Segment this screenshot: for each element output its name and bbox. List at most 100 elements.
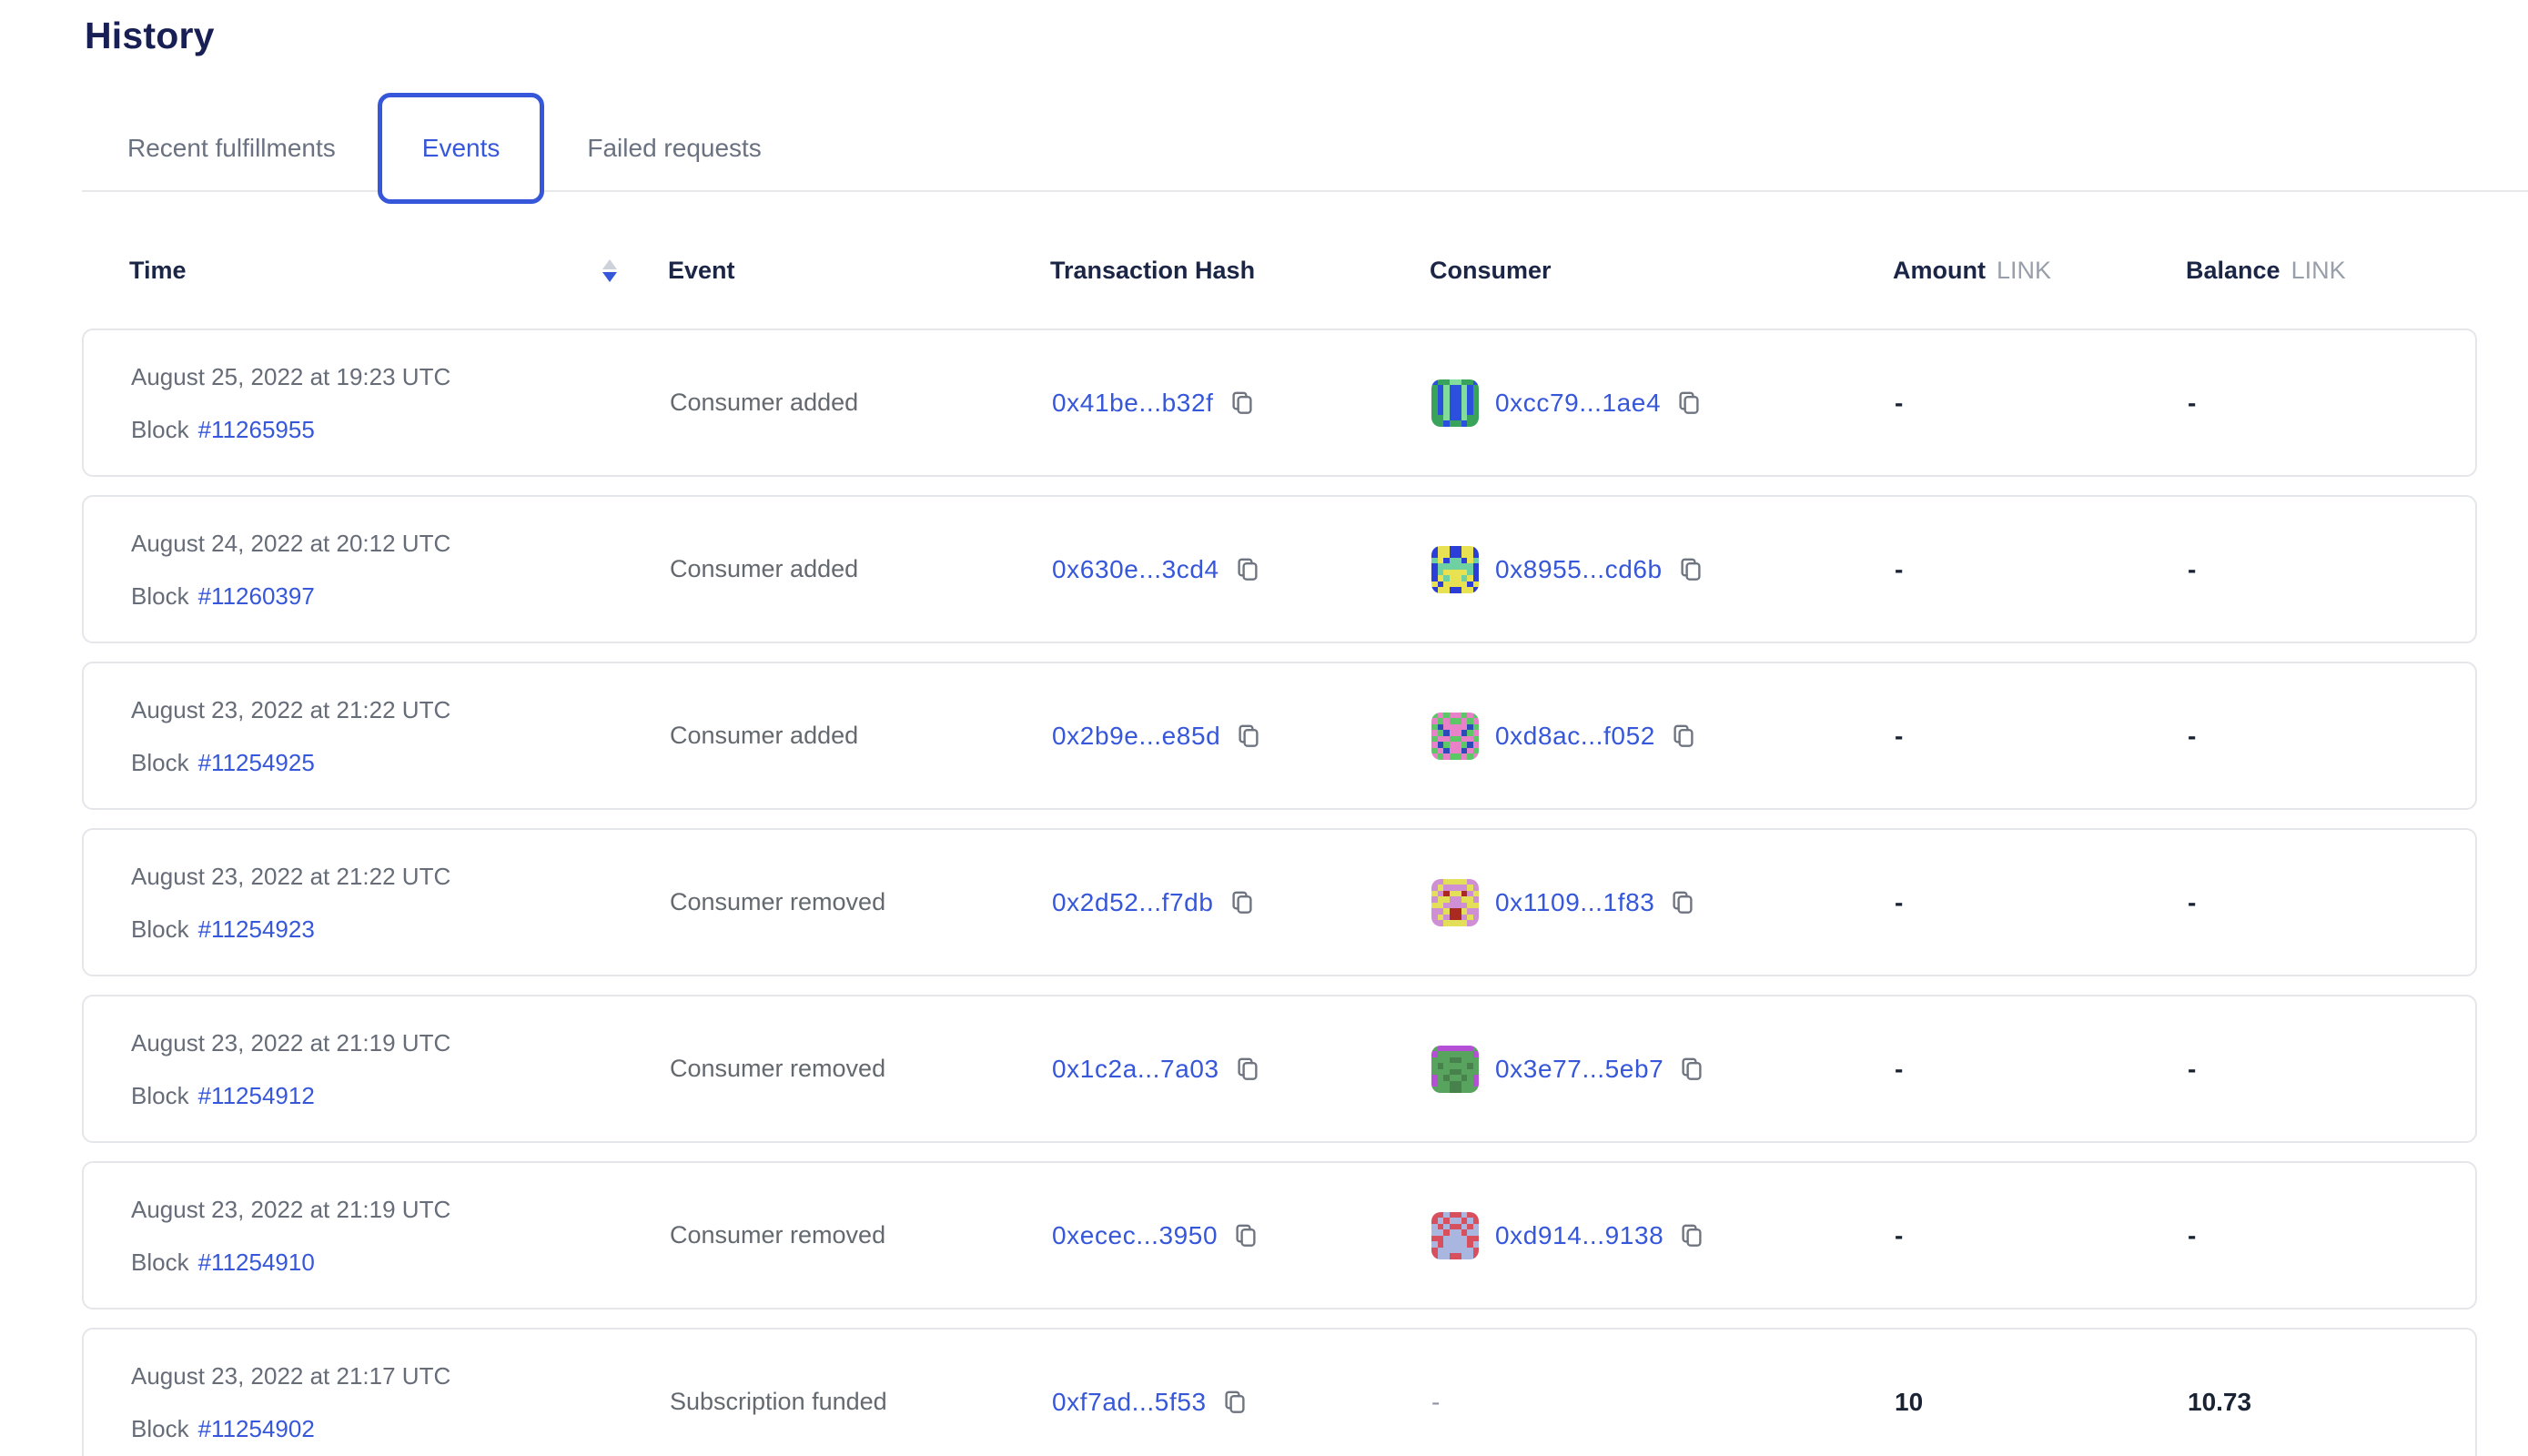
consumer-avatar: [1431, 546, 1479, 593]
column-header-amount: Amount LINK: [1893, 257, 2186, 285]
block-label: Block: [131, 582, 189, 610]
tab-failed-requests[interactable]: Failed requests: [587, 134, 761, 163]
consumer-address-link[interactable]: 0x1109...1f83: [1495, 888, 1654, 917]
block-number-link[interactable]: #11254910: [198, 1249, 315, 1276]
block-number-link[interactable]: #11254923: [198, 915, 315, 943]
transaction-hash-link[interactable]: 0xecec...3950: [1052, 1221, 1218, 1250]
copy-consumer-address-button[interactable]: [1678, 1056, 1705, 1083]
event-timestamp: August 24, 2022 at 20:12 UTC: [131, 531, 450, 556]
transaction-hash-link[interactable]: 0xf7ad...5f53: [1052, 1388, 1207, 1417]
consumer-avatar: [1431, 1212, 1479, 1259]
consumer-avatar: [1431, 379, 1479, 427]
event-timestamp: August 23, 2022 at 21:19 UTC: [131, 1030, 450, 1056]
event-type: Consumer removed: [670, 1055, 885, 1083]
column-header-event: Event: [668, 257, 1050, 285]
block-line: Block #11254923: [131, 916, 315, 942]
event-timestamp: August 25, 2022 at 19:23 UTC: [131, 364, 450, 389]
transaction-hash-link[interactable]: 0x41be...b32f: [1052, 389, 1214, 418]
balance-value: 10.73: [2188, 1388, 2251, 1417]
tab-events-label: Events: [422, 134, 501, 163]
copy-icon: [1678, 1056, 1705, 1083]
consumer-address-link[interactable]: 0xd914...9138: [1495, 1221, 1663, 1250]
transaction-hash-link[interactable]: 0x630e...3cd4: [1052, 555, 1219, 584]
copy-consumer-address-button[interactable]: [1669, 889, 1696, 916]
block-number-link[interactable]: #11254912: [198, 1082, 315, 1109]
copy-transaction-hash-button[interactable]: [1221, 1389, 1249, 1416]
consumer-address-link[interactable]: 0x8955...cd6b: [1495, 555, 1663, 584]
amount-value: 10: [1895, 1388, 1923, 1417]
block-line: Block #11260397: [131, 583, 315, 609]
copy-consumer-address-button[interactable]: [1670, 723, 1697, 750]
transaction-hash-link[interactable]: 0x1c2a...7a03: [1052, 1055, 1219, 1084]
block-line: Block #11254925: [131, 750, 315, 775]
event-type: Consumer removed: [670, 888, 885, 916]
copy-icon: [1229, 889, 1256, 916]
consumer-address-link[interactable]: 0x3e77...5eb7: [1495, 1055, 1663, 1084]
copy-icon: [1677, 556, 1704, 583]
copy-transaction-hash-button[interactable]: [1232, 1222, 1259, 1249]
copy-transaction-hash-button[interactable]: [1229, 889, 1256, 916]
column-header-transaction-hash: Transaction Hash: [1050, 257, 1430, 285]
column-header-balance: BalanceLINK: [2186, 257, 2477, 285]
block-number-link[interactable]: #11254925: [198, 749, 315, 776]
block-line: Block#11254912: [131, 1083, 315, 1108]
table-row: August 23, 2022 at 21:22 UTC Block #11254…: [82, 662, 2477, 810]
balance-value: -: [2188, 389, 2196, 418]
transaction-hash-link[interactable]: 0x2b9e...e85d: [1052, 722, 1220, 751]
consumer-avatar: [1431, 1046, 1479, 1093]
history-tabs: Recent fulfillments Events Failed reques…: [82, 93, 2528, 204]
consumer-empty-value: -: [1431, 1388, 1440, 1417]
block-number-link[interactable]: #11265955: [198, 416, 315, 443]
block-label: Block: [131, 1249, 189, 1276]
block-line: Block #11254910: [131, 1249, 315, 1275]
copy-icon: [1678, 1222, 1705, 1249]
copy-consumer-address-button[interactable]: [1677, 556, 1704, 583]
copy-transaction-hash-button[interactable]: [1229, 389, 1256, 417]
block-number-link[interactable]: #11254902: [198, 1415, 315, 1442]
table-row: August 23, 2022 at 21:19 UTC Block#11254…: [82, 995, 2477, 1143]
event-type: Subscription funded: [670, 1388, 887, 1416]
event-type: Consumer removed: [670, 1221, 885, 1249]
consumer-address-link[interactable]: 0xcc79...1ae4: [1495, 389, 1661, 418]
copy-consumer-address-button[interactable]: [1675, 389, 1703, 417]
copy-icon: [1669, 889, 1696, 916]
table-row: August 23, 2022 at 21:19 UTC Block #11254…: [82, 1161, 2477, 1309]
table-row: August 25, 2022 at 19:23 UTC Block#11265…: [82, 329, 2477, 477]
block-label: Block: [131, 749, 189, 776]
table-row: August 23, 2022 at 21:22 UTC Block#11254…: [82, 828, 2477, 976]
copy-icon: [1235, 723, 1262, 750]
tab-recent-fulfillments[interactable]: Recent fulfillments: [127, 134, 336, 163]
balance-value: -: [2188, 1055, 2196, 1084]
event-type: Consumer added: [670, 722, 858, 750]
amount-unit-label: LINK: [1997, 257, 2051, 284]
event-timestamp: August 23, 2022 at 21:19 UTC: [131, 1197, 450, 1222]
event-type: Consumer added: [670, 389, 858, 417]
copy-icon: [1234, 1056, 1261, 1083]
balance-value: -: [2188, 722, 2196, 751]
consumer-avatar: [1431, 879, 1479, 926]
copy-icon: [1670, 723, 1697, 750]
copy-transaction-hash-button[interactable]: [1234, 1056, 1261, 1083]
event-type: Consumer added: [670, 555, 858, 583]
block-label: Block: [131, 1415, 189, 1442]
table-row: August 24, 2022 at 20:12 UTC Block #11260…: [82, 495, 2477, 643]
transaction-hash-link[interactable]: 0x2d52...f7db: [1052, 888, 1214, 917]
amount-value: -: [1895, 1221, 1903, 1250]
block-label: Block: [131, 915, 189, 943]
amount-header-label: Amount: [1893, 257, 1986, 284]
consumer-address-link[interactable]: 0xd8ac...f052: [1495, 722, 1655, 751]
copy-transaction-hash-button[interactable]: [1235, 723, 1262, 750]
column-header-time[interactable]: Time: [129, 257, 668, 285]
consumer-avatar: [1431, 713, 1479, 760]
block-number-link[interactable]: #11260397: [198, 582, 315, 610]
sort-arrows-icon[interactable]: [602, 259, 617, 282]
copy-consumer-address-button[interactable]: [1678, 1222, 1705, 1249]
table-header-row: Time Event Transaction Hash Consumer Amo…: [82, 238, 2477, 302]
events-table: August 25, 2022 at 19:23 UTC Block #11265…: [0, 329, 2528, 1456]
event-timestamp: August 23, 2022 at 21:17 UTC: [131, 1363, 450, 1389]
event-timestamp: August 23, 2022 at 21:22 UTC: [131, 697, 450, 723]
tab-events[interactable]: Events: [378, 93, 545, 204]
copy-transaction-hash-button[interactable]: [1234, 556, 1261, 583]
balance-value: -: [2188, 888, 2196, 917]
balance-header-label: Balance: [2186, 257, 2280, 284]
